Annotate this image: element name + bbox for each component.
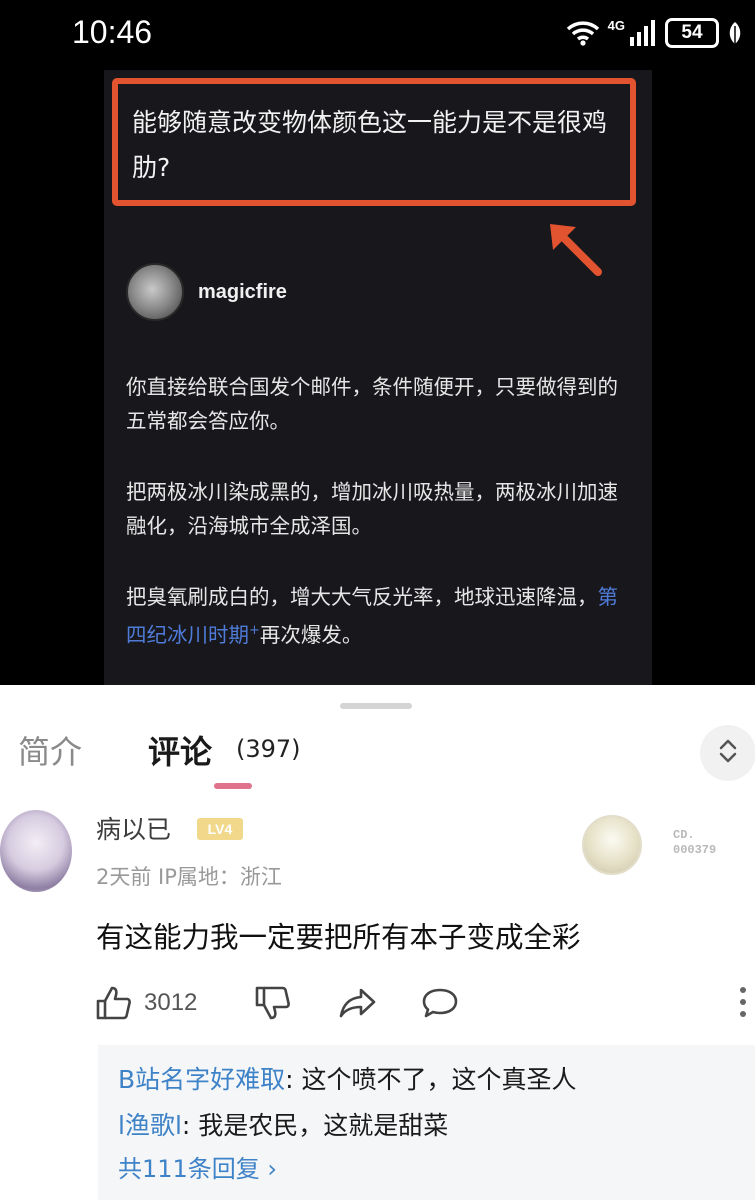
comment-meta: 2天前 IP属地：浙江 xyxy=(96,865,282,889)
reply-box[interactable]: B站名字好难取: 这个喷不了，这个真圣人 l渔歌l: 我是农民，这就是甜菜 共1… xyxy=(98,1045,755,1200)
status-bar: 10:46 4G 54 xyxy=(0,0,755,70)
reply-item[interactable]: l渔歌l: 我是农民，这就是甜菜 xyxy=(118,1103,755,1149)
wifi-icon xyxy=(566,20,600,46)
reply-item[interactable]: B站名字好难取: 这个喷不了，这个真圣人 xyxy=(118,1057,755,1103)
author-avatar[interactable] xyxy=(126,263,184,321)
tab-intro[interactable]: 简介 xyxy=(18,727,82,773)
status-time: 10:46 xyxy=(72,14,153,50)
wiki-link-mark: + xyxy=(249,623,260,638)
more-icon[interactable] xyxy=(738,985,748,1023)
reply-icon[interactable] xyxy=(421,987,459,1019)
fan-badge-number: 000379 xyxy=(673,843,717,857)
answer-text: 再次爆发。 xyxy=(259,622,363,647)
reply-username[interactable]: l渔歌l xyxy=(118,1111,182,1140)
arrow-icon xyxy=(544,218,606,284)
thumbs-up-icon[interactable] xyxy=(96,986,132,1020)
question-title: 能够随意改变物体颜色这一能力是不是很鸡肋? xyxy=(132,108,608,182)
post-card: 能够随意改变物体颜色这一能力是不是很鸡肋? magicfire 你直接给联合国发… xyxy=(104,70,652,685)
comment-count: (397) xyxy=(236,735,301,763)
thumbs-down-icon[interactable] xyxy=(255,986,291,1020)
commenter-avatar[interactable] xyxy=(0,810,72,892)
leaf-icon xyxy=(727,20,743,46)
like-count: 3012 xyxy=(144,989,198,1016)
reply-text: : 这个喷不了，这个真圣人 xyxy=(285,1065,577,1094)
share-icon[interactable] xyxy=(339,987,377,1019)
signal-icon xyxy=(629,19,657,47)
author-name[interactable]: magicfire xyxy=(198,281,287,304)
answer-text: 把臭氧刷成白的，增大大气反光率，地球迅速降温， xyxy=(126,585,598,609)
tab-underline xyxy=(214,783,252,789)
reply-username[interactable]: B站名字好难取 xyxy=(118,1065,285,1094)
reply-text: : 我是农民，这就是甜菜 xyxy=(181,1111,449,1140)
fan-medal-avatar xyxy=(582,815,642,875)
tab-comments[interactable]: 评论 xyxy=(148,727,212,773)
status-icons: 4G 54 xyxy=(566,16,743,50)
fan-badge-line: CD. xyxy=(673,828,695,842)
answer-paragraph: 你直接给联合国发个邮件，条件随便开，只要做得到的五常都会答应你。 xyxy=(126,375,618,433)
question-highlight: 能够随意改变物体颜色这一能力是不是很鸡肋? xyxy=(112,78,636,206)
answer-paragraph: 把臭氧刷成白的，增大大气反光率，地球迅速降温，第四纪冰川时期+再次爆发。 xyxy=(126,580,626,652)
answer-paragraph: 把两极冰川染成黑的，增加冰川吸热量，两极冰川加速融化，沿海城市全成泽国。 xyxy=(126,480,618,538)
sort-icon xyxy=(718,738,738,768)
drag-handle[interactable] xyxy=(340,703,412,709)
fan-badge: CD. 000379 xyxy=(673,828,716,858)
comment-actions: 3012 xyxy=(96,983,459,1023)
view-all-replies-link[interactable]: 共111条回复 › xyxy=(118,1149,755,1189)
network-label: 4G xyxy=(607,17,625,33)
comment-sheet: 简介 评论 (397) 病以已 LV4 2天前 IP属地：浙江 CD. 0003… xyxy=(0,685,755,1200)
sort-button[interactable] xyxy=(700,725,755,781)
battery-indicator: 54 xyxy=(665,18,719,48)
author-row[interactable]: magicfire xyxy=(126,263,287,321)
comment-text: 有这能力我一定要把所有本子变成全彩 xyxy=(96,921,581,954)
commenter-name[interactable]: 病以已 xyxy=(96,810,171,846)
level-badge: LV4 xyxy=(197,818,243,840)
